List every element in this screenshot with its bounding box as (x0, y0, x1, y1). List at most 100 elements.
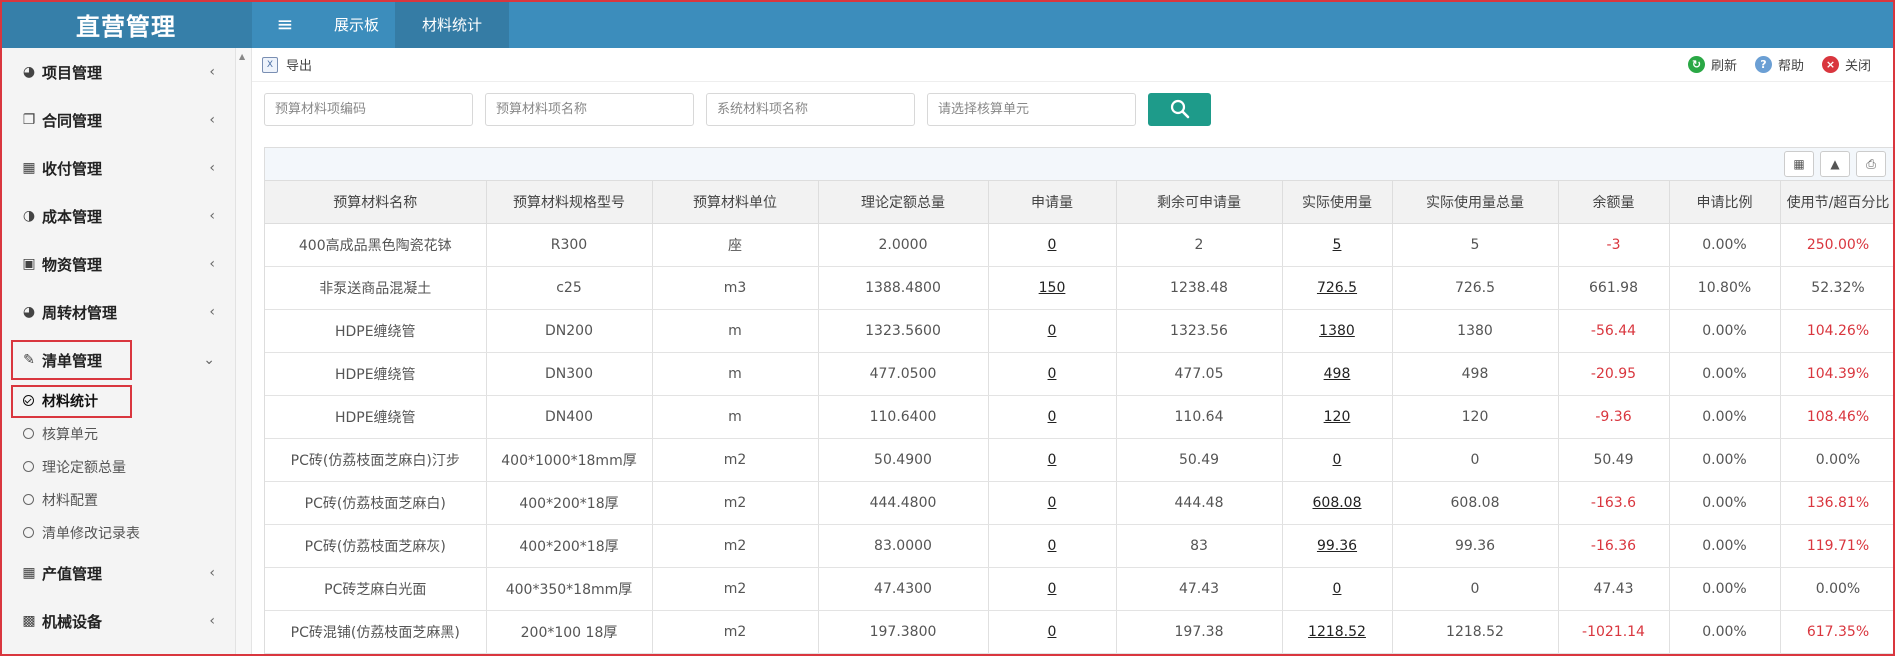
table-cell[interactable]: 0 (988, 223, 1117, 267)
cell-link[interactable]: 120 (1324, 409, 1351, 425)
column-header[interactable]: 余额量 (1558, 181, 1670, 224)
table-cell[interactable]: 608.08 (1282, 481, 1393, 525)
column-header[interactable]: 申请量 (988, 181, 1117, 224)
table-cell[interactable]: 150 (988, 266, 1117, 310)
menu-toggle-icon[interactable]: ≡ (252, 0, 318, 48)
system-material-input[interactable] (706, 92, 915, 126)
sidebar-subitem-theory-quota[interactable]: 理论定额总量 (0, 450, 235, 483)
cell-link[interactable]: 0 (1048, 624, 1057, 640)
table-cell: 10.80% (1669, 266, 1781, 310)
column-header[interactable]: 预算材料规格型号 (486, 181, 653, 224)
cell-link[interactable]: 608.08 (1313, 495, 1362, 511)
sidebar-subitem-material-stats[interactable]: 材料统计 (0, 384, 235, 418)
sidebar-subitem-label: 核算单元 (42, 426, 98, 443)
table-cell[interactable]: 1218.52 (1282, 610, 1393, 654)
sidebar-subitem-bill-log[interactable]: 清单修改记录表 (0, 516, 235, 549)
cell-link[interactable]: 1380 (1319, 323, 1355, 339)
refresh-button[interactable]: ↻ 刷新 (1687, 55, 1737, 74)
cell-link[interactable]: 0 (1048, 409, 1057, 425)
tab-material-stats[interactable]: 材料统计 (395, 0, 510, 48)
cell-link[interactable]: 0 (1048, 237, 1057, 253)
table-cell: m (652, 309, 819, 353)
table-cell[interactable]: 0 (988, 352, 1117, 396)
column-header[interactable]: 剩余可申请量 (1116, 181, 1283, 224)
column-header[interactable]: 实际使用量 (1282, 181, 1393, 224)
copy-icon: ❐ (22, 112, 36, 128)
close-label: 关闭 (1844, 59, 1871, 74)
column-header[interactable]: 申请比例 (1669, 181, 1781, 224)
tab-dashboard[interactable]: 展示板 (318, 0, 395, 48)
table-cell: 50.4900 (818, 438, 989, 482)
accounting-unit-select[interactable] (927, 92, 1136, 126)
material-name-input[interactable] (485, 92, 694, 126)
scroll-gutter[interactable]: ▲ (236, 48, 252, 656)
print-button[interactable]: ⎙ (1856, 151, 1886, 177)
cell-link[interactable]: 0 (1048, 495, 1057, 511)
scroll-up-icon[interactable]: ▲ (239, 52, 245, 61)
cell-link[interactable]: 5 (1333, 237, 1342, 253)
column-header[interactable]: 预算材料名称 (265, 181, 487, 224)
sidebar-item-bill[interactable]: ✎ 清单管理 ⌄ (0, 336, 235, 384)
close-button[interactable]: × 关闭 (1821, 55, 1871, 74)
table-cell[interactable]: 0 (988, 309, 1117, 353)
help-button[interactable]: ? 帮助 (1754, 55, 1804, 74)
sidebar-item-machinery[interactable]: ▩ 机械设备 ‹ (0, 597, 235, 645)
table-cell: HDPE缠绕管 (265, 395, 487, 439)
cell-link[interactable]: 0 (1048, 581, 1057, 597)
table-cell: m2 (652, 524, 819, 568)
columns-button[interactable]: ▦ (1784, 151, 1814, 177)
column-header[interactable]: 实际使用量总量 (1392, 181, 1559, 224)
table-cell: 0 (1392, 567, 1559, 611)
table-cell[interactable]: 0 (988, 567, 1117, 611)
table-cell: 1323.56 (1116, 309, 1283, 353)
sidebar-item-payment[interactable]: ▦ 收付管理 ‹ (0, 144, 235, 192)
sidebar-item-turnover[interactable]: ◕ 周转材管理 ‹ (0, 288, 235, 336)
table-cell[interactable]: 0 (1282, 567, 1393, 611)
table-cell[interactable]: 5 (1282, 223, 1393, 267)
table-cell[interactable]: 120 (1282, 395, 1393, 439)
column-header[interactable]: 使用节/超百分比 (1780, 181, 1895, 224)
cell-link[interactable]: 0 (1048, 366, 1057, 382)
table-cell[interactable]: 726.5 (1282, 266, 1393, 310)
table-cell: 444.48 (1116, 481, 1283, 525)
table-cell[interactable]: 1380 (1282, 309, 1393, 353)
search-button[interactable] (1148, 92, 1211, 126)
cell-link[interactable]: 0 (1333, 581, 1342, 597)
cell-link[interactable]: 99.36 (1317, 538, 1357, 554)
sidebar-subitem-accounting-unit[interactable]: 核算单元 (0, 417, 235, 450)
table-cell: 47.43 (1558, 567, 1670, 611)
table-cell[interactable]: 0 (988, 395, 1117, 439)
cell-link[interactable]: 150 (1039, 280, 1066, 296)
cell-link[interactable]: 0 (1333, 452, 1342, 468)
table-row: PC砖(仿荔枝面芝麻白)汀步 400*1000*18mm厚 m2 50.4900 0 50… (265, 438, 1895, 482)
sidebar-item-project[interactable]: ◕ 项目管理 ‹ (0, 48, 235, 96)
table-cell[interactable]: 0 (988, 438, 1117, 482)
excel-icon[interactable]: X (262, 56, 278, 73)
sidebar-subitem-material-config[interactable]: 材料配置 (0, 483, 235, 516)
sidebar-item-output[interactable]: ▦ 产值管理 ‹ (0, 549, 235, 597)
table-cell[interactable]: 0 (988, 524, 1117, 568)
cell-link[interactable]: 726.5 (1317, 280, 1357, 296)
cell-link[interactable]: 0 (1048, 323, 1057, 339)
cell-link[interactable]: 1218.52 (1308, 624, 1366, 640)
table-cell: 197.38 (1116, 610, 1283, 654)
table-cell[interactable]: 0 (988, 610, 1117, 654)
table-cell: 0.00% (1669, 610, 1781, 654)
cell-link[interactable]: 0 (1048, 452, 1057, 468)
material-code-input[interactable] (264, 92, 473, 126)
cell-link[interactable]: 0 (1048, 538, 1057, 554)
sidebar-item-contract[interactable]: ❐ 合同管理 ‹ (0, 96, 235, 144)
table-cell: m2 (652, 438, 819, 482)
sidebar-item-material[interactable]: ▣ 物资管理 ‹ (0, 240, 235, 288)
export-button[interactable]: 导出 (286, 55, 312, 74)
column-header[interactable]: 预算材料单位 (652, 181, 819, 224)
table-cell[interactable]: 99.36 (1282, 524, 1393, 568)
table-cell[interactable]: 498 (1282, 352, 1393, 396)
column-header[interactable]: 理论定额总量 (818, 181, 989, 224)
table-cell[interactable]: 0 (1282, 438, 1393, 482)
export-table-button[interactable]: ▲ (1820, 151, 1850, 177)
table-cell: 661.98 (1558, 266, 1670, 310)
table-cell[interactable]: 0 (988, 481, 1117, 525)
cell-link[interactable]: 498 (1324, 366, 1351, 382)
sidebar-item-cost[interactable]: ◑ 成本管理 ‹ (0, 192, 235, 240)
